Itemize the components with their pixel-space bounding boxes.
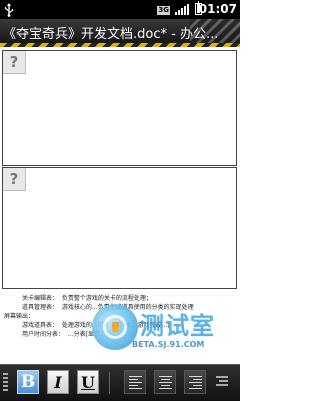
italic-button[interactable]: I — [47, 370, 69, 394]
toolbar-grip-handle[interactable] — [3, 373, 8, 393]
underline-button[interactable]: U — [77, 370, 99, 394]
document-title: 《夺宝奇兵》开发文档.doc* - 办公... — [3, 27, 219, 42]
text-line: 关卡编辑表： 负责整个游戏的关卡的流程处理； — [22, 295, 152, 302]
toolbar-divider — [109, 372, 110, 394]
missing-image-icon: ? — [3, 51, 26, 74]
title-bar: 《夺宝奇兵》开发文档.doc* - 办公... — [0, 19, 240, 43]
embedded-image-placeholder[interactable]: ? — [2, 167, 237, 289]
align-left-button[interactable] — [124, 370, 146, 394]
document-canvas[interactable]: ? ? 关卡编辑表： 负责整个游戏的关卡的流程处理； 道具管理表： 游戏核心的.… — [0, 47, 240, 364]
status-bar: 3G 01:07 — [0, 0, 240, 19]
align-center-button[interactable] — [154, 370, 176, 394]
network-3g-icon: 3G — [157, 6, 170, 15]
missing-image-icon: ? — [3, 168, 26, 191]
embedded-image-placeholder[interactable]: ? — [2, 50, 237, 166]
watermark: 测试室 BETA.SJ.91.COM — [92, 304, 242, 364]
watermark-url: BETA.SJ.91.COM — [132, 340, 205, 349]
align-right-button[interactable] — [184, 370, 206, 394]
bold-button[interactable]: B — [17, 370, 39, 394]
clock: 01:07 — [198, 2, 237, 16]
toolbar-more-icon[interactable] — [216, 375, 228, 389]
signal-icon — [175, 3, 189, 15]
watermark-title: 测试室 — [140, 312, 215, 340]
formatting-toolbar: B I U — [0, 364, 240, 401]
